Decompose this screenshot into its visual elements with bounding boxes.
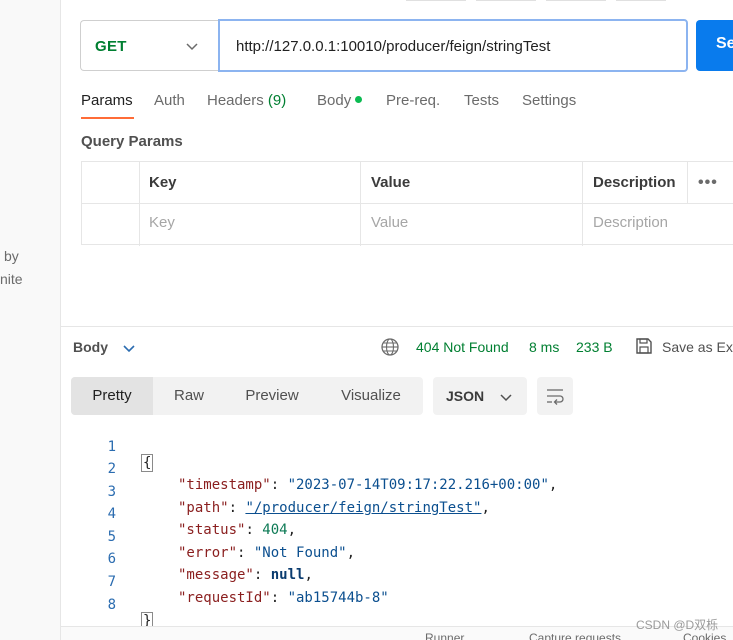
code-line: 2 "timestamp": "2023-07-14T09:17:22.216+… xyxy=(90,445,558,493)
json-value: "ab15744b-8" xyxy=(287,590,389,606)
code-line: 5 "error": "Not Found", xyxy=(90,513,355,561)
response-size[interactable]: 233 B xyxy=(576,339,613,355)
format-label: JSON xyxy=(446,388,485,404)
column-header-description: Description xyxy=(593,174,676,191)
format-select[interactable]: JSON xyxy=(433,377,527,415)
view-pretty[interactable]: Pretty xyxy=(71,377,153,415)
json-value: 404 xyxy=(262,522,288,538)
active-tab-indicator xyxy=(81,117,134,119)
tab-pre-request-label: Pre-req. xyxy=(386,92,441,109)
sidebar-text-line2: nite xyxy=(0,271,23,287)
json-value: null xyxy=(270,567,305,583)
save-icon[interactable] xyxy=(634,336,654,356)
send-button-label: Se xyxy=(716,35,733,52)
sidebar-text-line1: by xyxy=(4,248,19,264)
key-input[interactable]: Key xyxy=(149,214,175,231)
response-view-tabs: Pretty Raw Preview Visualize xyxy=(71,377,423,415)
url-text: http://127.0.0.1:10010/producer/feign/st… xyxy=(236,38,551,55)
view-preview[interactable]: Preview xyxy=(225,377,319,415)
runner-button[interactable]: Runner xyxy=(425,631,464,640)
query-params-title: Query Params xyxy=(81,133,183,150)
json-key: "timestamp" xyxy=(178,477,271,493)
code-line: 4 "status": 404, xyxy=(90,490,296,538)
url-input[interactable]: http://127.0.0.1:10010/producer/feign/st… xyxy=(218,19,688,72)
tab-params-label: Params xyxy=(81,92,133,109)
description-input[interactable]: Description xyxy=(593,214,668,231)
top-tab-strip xyxy=(61,0,733,4)
save-as-example-button[interactable]: Save as Ex xyxy=(662,339,733,355)
status-badge[interactable]: 404 Not Found xyxy=(416,339,509,355)
tab-tests-label: Tests xyxy=(464,92,500,109)
column-header-value: Value xyxy=(371,174,411,191)
json-key: "requestId" xyxy=(178,590,271,606)
json-value: "2023-07-14T09:17:22.216+00:00" xyxy=(287,477,549,493)
body-indicator-dot xyxy=(355,96,363,103)
chevron-down-icon[interactable] xyxy=(122,341,136,355)
view-raw[interactable]: Raw xyxy=(153,377,225,415)
wrap-lines-icon xyxy=(547,389,564,405)
send-button[interactable]: Se xyxy=(696,20,733,71)
watermark: CSDN @D双栎 xyxy=(636,618,719,632)
value-input[interactable]: Value xyxy=(371,214,408,231)
panel-divider xyxy=(61,326,733,327)
chevron-down-icon xyxy=(186,43,198,51)
line-number: 8 xyxy=(107,597,116,613)
open-brace: { xyxy=(140,454,154,472)
tab-headers-label: Headers xyxy=(207,92,264,109)
more-options-icon[interactable]: ••• xyxy=(698,174,718,192)
json-key: "message" xyxy=(178,567,254,583)
json-key: "error" xyxy=(178,545,238,561)
tab-settings[interactable]: Settings xyxy=(522,92,576,123)
response-body-label[interactable]: Body xyxy=(73,339,108,355)
tab-body[interactable]: Body xyxy=(317,92,363,123)
globe-icon[interactable] xyxy=(380,337,400,357)
tab-pre-request[interactable]: Pre-req. xyxy=(386,92,440,123)
method-select[interactable]: GET xyxy=(80,20,218,71)
chevron-down-icon xyxy=(500,394,512,402)
method-label: GET xyxy=(95,38,127,55)
code-line: 7 "requestId": "ab15744b-8" xyxy=(90,558,389,606)
params-table: Key Value Description ••• Key Value Desc… xyxy=(81,161,733,246)
headers-count-badge: (9) xyxy=(267,92,287,109)
code-line: 6 "message": null, xyxy=(90,535,313,583)
json-link-value[interactable]: "/producer/feign/stringTest" xyxy=(245,500,481,516)
column-header-key: Key xyxy=(149,174,177,191)
tab-settings-label: Settings xyxy=(522,92,577,109)
capture-requests-button[interactable]: Capture requests xyxy=(529,631,621,640)
params-empty-row: Key Value Description xyxy=(82,204,733,246)
params-header-row: Key Value Description ••• xyxy=(82,162,733,204)
tab-body-label: Body xyxy=(317,92,352,109)
json-value: "Not Found" xyxy=(253,545,347,561)
code-line: 1 { xyxy=(90,423,154,472)
json-key: "path" xyxy=(178,500,229,516)
tab-headers[interactable]: Headers (9) xyxy=(207,92,286,123)
tab-auth-label: Auth xyxy=(154,92,185,109)
tab-auth[interactable]: Auth xyxy=(154,92,185,123)
response-time[interactable]: 8 ms xyxy=(529,339,559,355)
bottom-status-bar: Runner Capture requests Cookies xyxy=(61,626,733,640)
tab-tests[interactable]: Tests xyxy=(464,92,499,123)
view-visualize[interactable]: Visualize xyxy=(319,377,423,415)
sidebar-panel: by nite xyxy=(0,0,61,640)
wrap-lines-button[interactable] xyxy=(537,377,573,415)
code-line: 3 "path": "/producer/feign/stringTest", xyxy=(90,468,490,516)
json-key: "status" xyxy=(178,522,246,538)
code-line: 8 } xyxy=(90,581,154,630)
